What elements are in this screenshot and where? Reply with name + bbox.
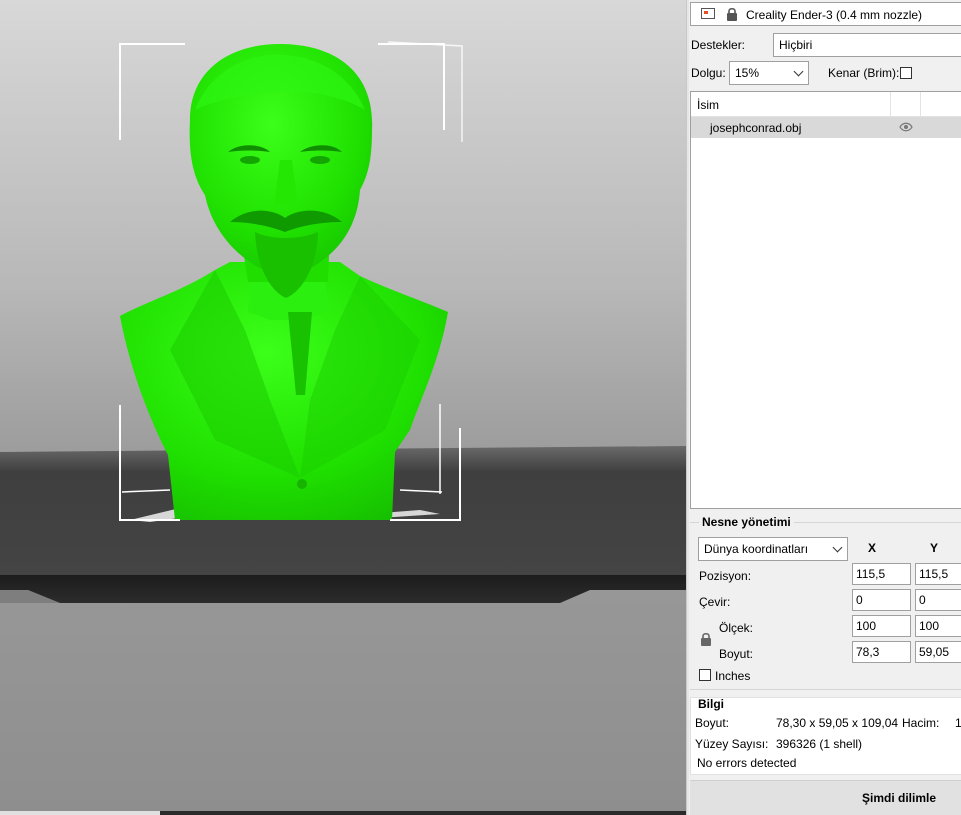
eye-icon[interactable] (899, 122, 913, 132)
info-volume-value: 1 (955, 716, 961, 730)
column-name-header[interactable]: İsim (697, 98, 719, 112)
object-list[interactable]: İsim josephconrad.obj (690, 91, 961, 509)
supports-label: Destekler: (691, 38, 746, 52)
viewport-status-line (160, 811, 686, 815)
coordinate-system-value: Dünya koordinatları (704, 542, 809, 556)
supports-combo[interactable]: Hiçbiri (773, 33, 961, 57)
lock-icon[interactable] (725, 7, 739, 21)
info-facets-label: Yüzey Sayısı: (695, 737, 769, 751)
slice-now-label: Şimdi dilimle (862, 791, 937, 805)
scale-lock-icon[interactable] (699, 632, 713, 646)
printer-icon (701, 8, 715, 19)
size-y-input[interactable]: 59,05 (915, 641, 961, 663)
object-list-header: İsim (691, 92, 961, 117)
inches-checkbox[interactable] (699, 669, 711, 681)
scene-canvas[interactable] (0, 0, 686, 815)
infill-label: Dolgu: (691, 66, 726, 80)
info-size-value: 78,30 x 59,05 x 109,04 (776, 716, 899, 730)
size-x-input[interactable]: 78,3 (852, 641, 911, 663)
rotate-label: Çevir: (699, 595, 731, 609)
chevron-down-icon (793, 66, 804, 77)
scale-x-value: 100 (856, 619, 877, 633)
position-x-input[interactable]: 115,5 (852, 563, 911, 585)
scale-y-input[interactable]: 100 (915, 615, 961, 637)
printer-selector[interactable]: Creality Ender-3 (0.4 mm nozzle) (690, 2, 961, 26)
rotate-y-input[interactable]: 0 (915, 589, 961, 611)
size-y-value: 59,05 (919, 645, 950, 659)
coordinate-system-combo[interactable]: Dünya koordinatları (698, 537, 848, 561)
rotate-y-value: 0 (919, 593, 926, 607)
list-item[interactable]: josephconrad.obj (691, 117, 961, 138)
right-panel: Creality Ender-3 (0.4 mm nozzle) Destekl… (689, 0, 961, 815)
column-divider[interactable] (890, 92, 891, 116)
printer-name: Creality Ender-3 (0.4 mm nozzle) (746, 8, 923, 22)
position-y-input[interactable]: 115,5 (915, 563, 961, 585)
scale-label: Ölçek: (719, 621, 754, 635)
infill-value: 15% (735, 66, 760, 80)
brim-label: Kenar (Brim): (828, 66, 900, 80)
axis-y-header: Y (930, 541, 939, 555)
scale-y-value: 100 (919, 619, 940, 633)
rotate-x-input[interactable]: 0 (852, 589, 911, 611)
info-volume-label: Hacim: (902, 716, 940, 730)
info-size-label: Boyut: (695, 716, 730, 730)
size-label: Boyut: (719, 647, 754, 661)
info-facets-value: 396326 (1 shell) (776, 737, 863, 751)
infill-combo[interactable]: 15% (729, 61, 809, 85)
column-divider[interactable] (920, 92, 921, 116)
size-x-value: 78,3 (856, 645, 880, 659)
scale-x-input[interactable]: 100 (852, 615, 911, 637)
3d-viewport[interactable] (0, 0, 686, 815)
brim-checkbox[interactable] (900, 67, 912, 79)
info-status: No errors detected (697, 756, 797, 770)
supports-value: Hiçbiri (779, 38, 813, 52)
object-manager-title: Nesne yönetimi (699, 515, 794, 529)
info-title: Bilgi (698, 697, 724, 711)
slice-now-button[interactable]: Şimdi dilimle (690, 780, 961, 815)
group-divider (690, 689, 961, 690)
axis-x-header: X (868, 541, 877, 555)
chevron-down-icon (832, 542, 843, 553)
position-y-value: 115,5 (919, 567, 949, 581)
rotate-x-value: 0 (856, 593, 863, 607)
position-x-value: 115,5 (856, 567, 886, 581)
position-label: Pozisyon: (699, 569, 752, 583)
inches-label: Inches (715, 669, 751, 683)
object-name: josephconrad.obj (710, 121, 802, 135)
